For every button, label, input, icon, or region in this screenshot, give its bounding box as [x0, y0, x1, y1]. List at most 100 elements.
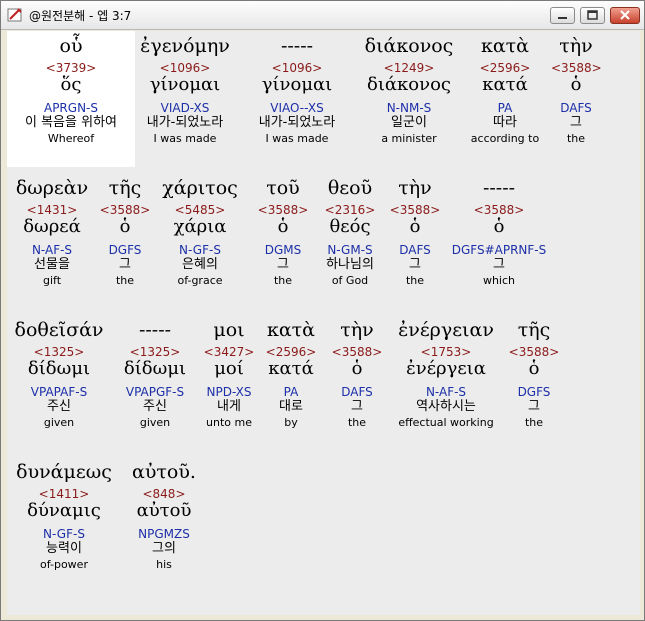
- word-cell[interactable]: μοι <3427> μοί NPD-XS 내게 unto me: [197, 319, 261, 430]
- word-cell[interactable]: οὗ <3739> ὅς APRGN-S 이 복음을 위하여 Whereof: [7, 35, 135, 146]
- word-cell[interactable]: δωρεὰν <1431> δωρεά N-AF-S 선물을 gift: [9, 177, 95, 288]
- minimize-icon: [558, 17, 567, 19]
- greek-word: κατὰ: [266, 319, 316, 341]
- word-cell[interactable]: ----- <1325> δίδωμι VPAPGF-S 주신 given: [115, 319, 195, 430]
- korean-gloss: 그: [351, 399, 363, 414]
- english-gloss: I was made: [153, 132, 217, 145]
- english-gloss: I was made: [265, 132, 329, 145]
- korean-gloss: 그: [409, 257, 421, 272]
- parsing-code: DGFS: [108, 243, 142, 257]
- parsing-code: DAFS: [341, 385, 373, 399]
- strong-number: <1431>: [26, 203, 78, 217]
- lemma: χάρια: [173, 216, 227, 237]
- strong-number: <2596>: [479, 61, 531, 75]
- word-cell[interactable]: ἐνέργειαν <1753> ἐνέργεια N-AF-S 역사하시는 e…: [389, 319, 503, 430]
- strong-number: <3588>: [473, 203, 525, 217]
- title-bar[interactable]: @원전분해 - 엡 3:7: [1, 1, 644, 30]
- parsing-code: APRGN-S: [43, 101, 98, 115]
- greek-word: ἐνέργειαν: [398, 319, 494, 341]
- app-window: @원전분해 - 엡 3:7 οὗ <3739> ὅς APRGN-S 이 복음을…: [0, 0, 645, 621]
- greek-word: τῆς: [517, 319, 551, 341]
- lemma: ὁ: [570, 74, 582, 95]
- korean-gloss: 일군이: [391, 115, 427, 130]
- korean-gloss: 대로: [279, 399, 303, 414]
- strong-number: <848>: [142, 487, 186, 501]
- greek-word: ἐγενόμην: [140, 35, 230, 57]
- word-cell[interactable]: τῆς <3588> ὁ DGFS 그 the: [99, 177, 151, 288]
- word-analysis-panel: οὗ <3739> ὅς APRGN-S 이 복음을 위하여 Whereof ἐ…: [7, 31, 640, 615]
- parsing-code: N-GF-S: [179, 243, 221, 257]
- lemma: κατά: [482, 74, 528, 95]
- parsing-code: N-NM-S: [386, 101, 432, 115]
- minimize-button[interactable]: [550, 7, 575, 24]
- word-cell[interactable]: δυνάμεως <1411> δύναμις N-GF-S 능력이 of-po…: [9, 461, 119, 572]
- greek-word: τὴν: [398, 177, 432, 199]
- english-gloss: the: [405, 274, 425, 287]
- parsing-code: VIAD-XS: [160, 101, 210, 115]
- word-cell[interactable]: τῆς <3588> ὁ DGFS 그 the: [507, 319, 561, 430]
- english-gloss: which: [482, 274, 516, 287]
- word-cell[interactable]: ----- <1096> γίνομαι VIAO--XS 내가-되었노라 I …: [247, 35, 347, 146]
- lemma: ὁ: [528, 358, 540, 379]
- english-gloss: gift: [42, 274, 62, 287]
- greek-word: δοθεῖσάν: [14, 319, 104, 341]
- parsing-code: PA: [497, 101, 513, 115]
- lemma: ὁ: [119, 216, 131, 237]
- english-gloss: according to: [470, 132, 540, 145]
- close-button[interactable]: [610, 7, 640, 24]
- english-gloss: effectual working: [398, 416, 494, 429]
- english-gloss: unto me: [206, 416, 252, 429]
- word-cell[interactable]: θεοῦ <2316> θεός N-GM-S 하나님의 of God: [315, 177, 385, 288]
- word-cell[interactable]: τὴν <3588> ὁ DAFS 그 the: [327, 319, 387, 430]
- word-cell[interactable]: κατὰ <2596> κατά PA 대로 by: [263, 319, 319, 430]
- korean-gloss: 이 복음을 위하여: [25, 115, 117, 130]
- lemma: δίδωμι: [27, 358, 91, 379]
- english-gloss: of God: [331, 274, 369, 287]
- word-cell[interactable]: χάριτος <5485> χάρια N-GF-S 은혜의 of-grace: [157, 177, 243, 288]
- greek-word: χάριτος: [162, 177, 238, 199]
- korean-gloss: 그: [493, 257, 505, 272]
- korean-gloss: 내가-되었노라: [258, 115, 336, 130]
- lemma: γίνομαι: [149, 74, 221, 95]
- english-gloss: of-grace: [177, 274, 223, 287]
- english-gloss: of-power: [40, 558, 88, 571]
- greek-word: διάκονος: [364, 35, 454, 57]
- greek-word: -----: [280, 35, 314, 57]
- greek-word: μοι: [213, 319, 245, 341]
- korean-gloss: 내게: [217, 399, 241, 414]
- word-cell[interactable]: κατὰ <2596> κατά PA 따라 according to: [465, 35, 545, 146]
- parsing-code: N-AF-S: [31, 243, 73, 257]
- greek-word: τὴν: [340, 319, 374, 341]
- parsing-code: N-GM-S: [327, 243, 373, 257]
- parsing-code: N-AF-S: [425, 385, 467, 399]
- lemma: ὁ: [493, 216, 505, 237]
- parsing-code: DAFS: [399, 243, 431, 257]
- word-cell[interactable]: δοθεῖσάν <1325> δίδωμι VPAPAF-S 주신 given: [9, 319, 109, 430]
- word-cell[interactable]: αὐτοῦ. <848> αὐτοῦ NPGMZS 그의 his: [125, 461, 203, 572]
- lemma: δωρεά: [23, 216, 81, 237]
- korean-gloss: 그: [528, 399, 540, 414]
- maximize-button[interactable]: [580, 7, 605, 24]
- korean-gloss: 그: [119, 257, 131, 272]
- korean-gloss: 역사하시는: [416, 399, 476, 414]
- window-title: @원전분해 - 엡 3:7: [29, 9, 132, 23]
- greek-word: οὗ: [59, 35, 83, 57]
- word-cell[interactable]: τὴν <3588> ὁ DAFS 그 the: [387, 177, 443, 288]
- lemma: διάκονος: [367, 74, 451, 95]
- word-cell[interactable]: τὴν <3588> ὁ DAFS 그 the: [551, 35, 602, 146]
- parsing-code: VPAPAF-S: [30, 385, 88, 399]
- greek-word: δυνάμεως: [16, 461, 112, 483]
- english-gloss: by: [284, 416, 298, 429]
- lemma: ἐνέργεια: [406, 358, 486, 379]
- word-cell[interactable]: ----- <3588> ὁ DGFS#APRNF-S 그 which: [449, 177, 549, 288]
- lemma: κατά: [268, 358, 314, 379]
- close-icon: [620, 10, 630, 20]
- greek-word: τὴν: [559, 35, 593, 57]
- word-cell[interactable]: διάκονος <1249> διάκονος N-NM-S 일군이 a mi…: [357, 35, 461, 146]
- strong-number: <3588>: [331, 345, 383, 359]
- korean-gloss: 은혜의: [182, 257, 218, 272]
- strong-number: <1325>: [129, 345, 181, 359]
- word-cell[interactable]: ἐγενόμην <1096> γίνομαι VIAD-XS 내가-되었노라 …: [135, 35, 235, 146]
- greek-word: κατὰ: [480, 35, 530, 57]
- word-cell[interactable]: τοῦ <3588> ὁ DGMS 그 the: [253, 177, 313, 288]
